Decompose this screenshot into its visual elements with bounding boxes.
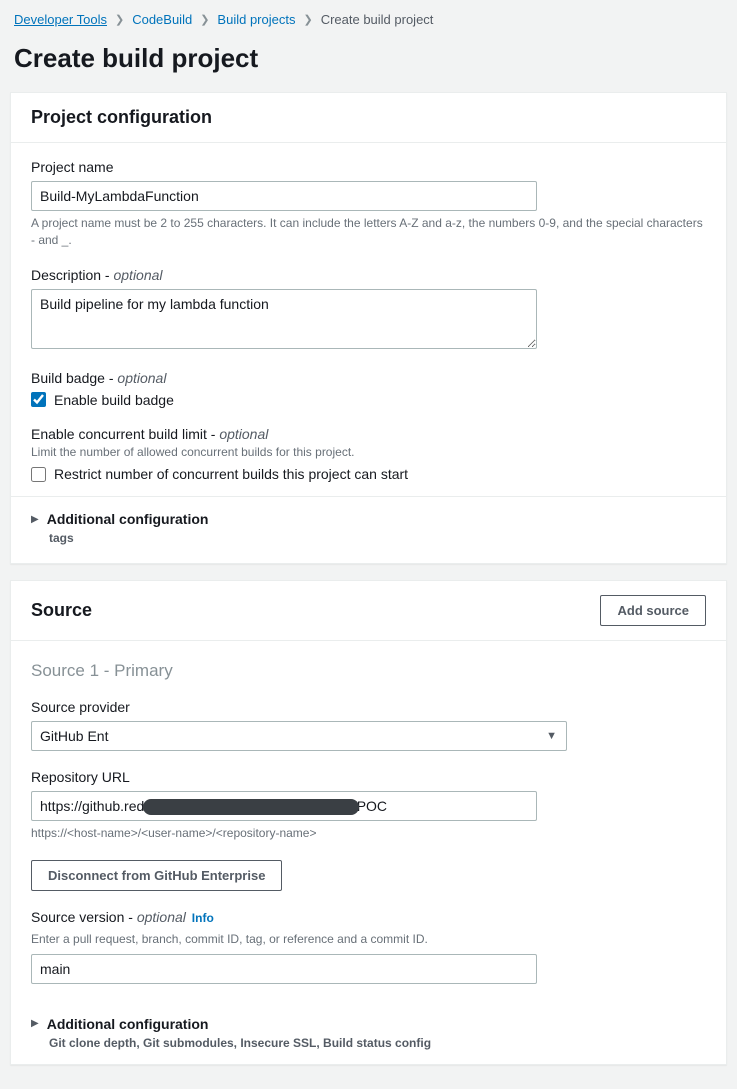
concurrent-limit-label: Enable concurrent build limit - optional: [31, 426, 706, 442]
source-primary-subheader: Source 1 - Primary: [31, 661, 706, 681]
source-version-info-link[interactable]: Info: [192, 911, 214, 925]
breadcrumb-current: Create build project: [321, 12, 434, 27]
project-name-help: A project name must be 2 to 255 characte…: [31, 215, 706, 249]
enable-build-badge-text[interactable]: Enable build badge: [54, 392, 174, 408]
source-provider-select[interactable]: GitHub Enterprise: [31, 721, 567, 751]
breadcrumb-link-codebuild[interactable]: CodeBuild: [132, 12, 192, 27]
build-badge-label: Build badge - optional: [31, 370, 706, 386]
description-input[interactable]: Build pipeline for my lambda function: [31, 289, 537, 349]
repository-url-help: https://<host-name>/<user-name>/<reposit…: [31, 825, 706, 842]
enable-build-badge-checkbox[interactable]: [31, 392, 46, 407]
description-label: Description - optional: [31, 267, 706, 283]
panel-title-source: Source: [31, 600, 92, 621]
breadcrumb-link-devtools[interactable]: Developer Tools: [14, 12, 107, 27]
chevron-right-icon: ❯: [115, 13, 124, 26]
breadcrumb-link-projects[interactable]: Build projects: [217, 12, 295, 27]
disconnect-github-button[interactable]: Disconnect from GitHub Enterprise: [31, 860, 282, 891]
panel-header-source: Source Add source: [11, 581, 726, 641]
chevron-right-icon: ❯: [200, 13, 209, 26]
panel-header-project-config: Project configuration: [11, 93, 726, 143]
additional-config-sub: tags: [49, 531, 706, 545]
page-title: Create build project: [10, 37, 727, 92]
project-name-input[interactable]: [31, 181, 537, 211]
concurrent-limit-help: Limit the number of allowed concurrent b…: [31, 444, 706, 461]
restrict-concurrent-checkbox[interactable]: [31, 467, 46, 482]
restrict-concurrent-text[interactable]: Restrict number of concurrent builds thi…: [54, 466, 408, 482]
repository-url-label: Repository URL: [31, 769, 706, 785]
source-provider-label: Source provider: [31, 699, 706, 715]
source-version-label: Source version - optional Info: [31, 909, 706, 925]
project-name-label: Project name: [31, 159, 706, 175]
source-additional-configuration-expander[interactable]: ▶ Additional configuration: [31, 1016, 706, 1032]
chevron-right-icon: ❯: [303, 13, 312, 26]
additional-configuration-expander[interactable]: ▶ Additional configuration: [31, 511, 706, 527]
add-source-button[interactable]: Add source: [600, 595, 706, 626]
repository-url-input[interactable]: [31, 791, 537, 821]
panel-title: Project configuration: [31, 107, 212, 128]
breadcrumb: Developer Tools ❯ CodeBuild ❯ Build proj…: [10, 8, 727, 37]
caret-right-icon: ▶: [31, 514, 39, 525]
panel-source: Source Add source Source 1 - Primary Sou…: [10, 580, 727, 1065]
panel-project-configuration: Project configuration Project name A pro…: [10, 92, 727, 564]
caret-right-icon: ▶: [31, 1018, 39, 1029]
source-version-input[interactable]: [31, 954, 537, 984]
source-version-help: Enter a pull request, branch, commit ID,…: [31, 931, 706, 948]
source-additional-config-sub: Git clone depth, Git submodules, Insecur…: [49, 1036, 706, 1050]
